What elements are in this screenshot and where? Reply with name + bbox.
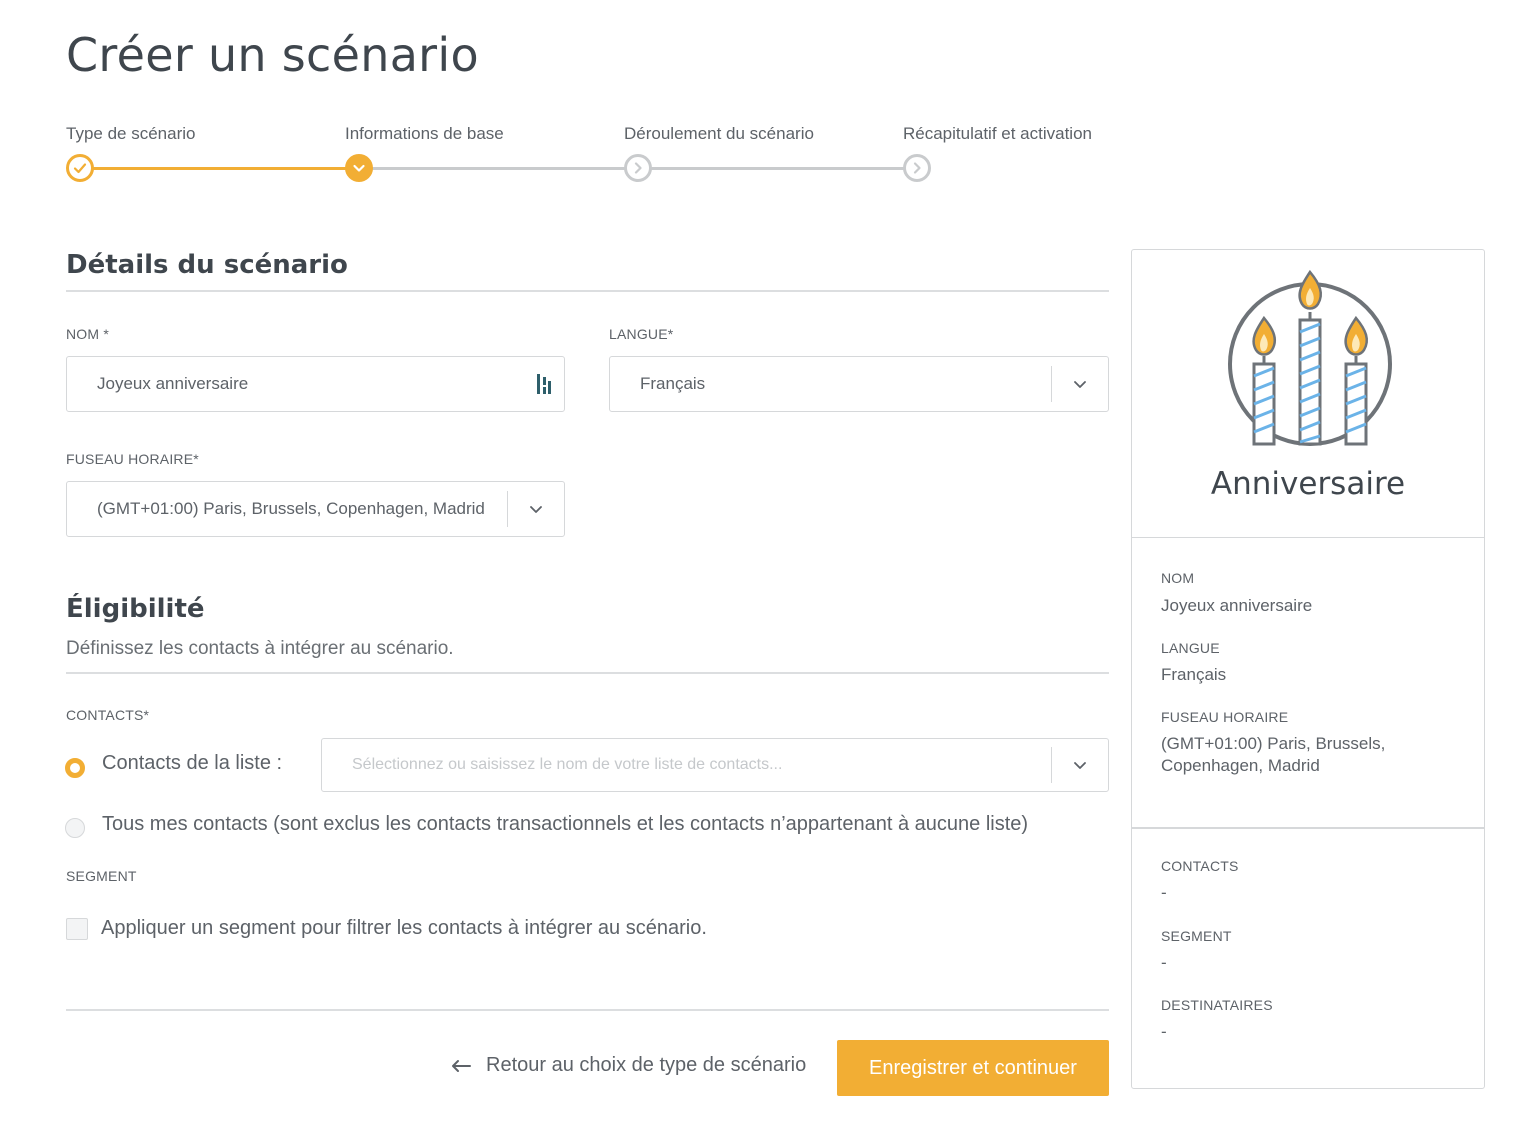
summary-card: Anniversaire NOM Joyeux anniversaire LAN… — [1131, 249, 1485, 1089]
chevron-down-icon[interactable] — [1052, 739, 1108, 791]
step-label-type[interactable]: Type de scénario — [66, 124, 195, 144]
back-to-type-link[interactable]: Retour au choix de type de scénario — [450, 1054, 806, 1077]
back-link-label[interactable]: Retour au choix de type de scénario — [486, 1054, 806, 1077]
extension-icon[interactable] — [524, 372, 564, 396]
all-contacts-radio[interactable] — [65, 818, 85, 838]
timezone-select-value[interactable]: (GMT+01:00) Paris, Brussels, Copenhagen,… — [67, 499, 507, 519]
eligibility-divider — [66, 672, 1109, 674]
contacts-list-radio[interactable] — [65, 758, 85, 778]
chevron-down-icon — [353, 164, 365, 172]
summary-name-label: NOM — [1161, 570, 1195, 586]
name-field-label: NOM * — [66, 326, 109, 342]
details-divider — [66, 290, 1109, 292]
step-label-basic-info: Informations de base — [345, 124, 504, 143]
chevron-down-icon[interactable] — [508, 482, 564, 536]
check-icon — [73, 163, 87, 174]
footer-divider — [66, 1009, 1109, 1011]
summary-segment-value: - — [1161, 953, 1167, 972]
contact-list-placeholder[interactable]: Sélectionnez ou saisissez le nom de votr… — [322, 756, 1051, 774]
summary-timezone-value: (GMT+01:00) Paris, Brussels, Copenhagen,… — [1161, 734, 1386, 775]
summary-contacts-label: CONTACTS — [1161, 858, 1239, 874]
summary-card-header: Anniversaire — [1132, 250, 1484, 538]
summary-segment-label: SEGMENT — [1161, 928, 1232, 944]
chevron-down-icon[interactable] — [1052, 357, 1108, 411]
step-dot-flow — [624, 154, 652, 182]
stepper-line-3 — [638, 167, 917, 170]
contact-list-select[interactable]: Sélectionnez ou saisissez le nom de votr… — [321, 738, 1109, 792]
summary-contacts-value: - — [1161, 883, 1167, 902]
stepper-line-1 — [80, 167, 359, 170]
chevron-right-icon — [634, 162, 642, 174]
language-field-label: LANGUE* — [609, 326, 674, 342]
summary-timezone-label: FUSEAU HORAIRE — [1161, 709, 1289, 725]
summary-recipients-value: - — [1161, 1022, 1167, 1041]
page-title: Créer un scénario — [66, 28, 479, 82]
stepper-line-2 — [359, 167, 638, 170]
chevron-right-icon — [913, 162, 921, 174]
step-dot-basic-info — [345, 154, 373, 182]
segment-field-label: SEGMENT — [66, 868, 137, 884]
summary-language-value: Français — [1161, 665, 1227, 684]
all-contacts-radio-label[interactable]: Tous mes contacts (sont exclus les conta… — [102, 813, 1028, 836]
eligibility-section-title: Éligibilité — [66, 594, 205, 624]
step-label-flow: Déroulement du scénario — [624, 124, 814, 143]
details-section-title: Détails du scénario — [66, 250, 348, 280]
step-dot-type[interactable] — [66, 154, 94, 182]
contacts-list-radio-label[interactable]: Contacts de la liste : — [102, 752, 282, 775]
summary-language-label: LANGUE — [1161, 640, 1220, 656]
eligibility-subtitle: Définissez les contacts à intégrer au sc… — [66, 638, 454, 659]
step-dot-summary — [903, 154, 931, 182]
summary-name-value: Joyeux anniversaire — [1161, 596, 1313, 615]
name-field-value[interactable]: Joyeux anniversaire — [67, 374, 524, 394]
summary-card-divider — [1132, 827, 1484, 829]
summary-recipients-label: DESTINATAIRES — [1161, 997, 1273, 1013]
segment-checkbox[interactable] — [66, 918, 88, 940]
segment-checkbox-label[interactable]: Appliquer un segment pour filtrer les co… — [101, 917, 707, 940]
progress-stepper: Type de scénario Informations de base Dé… — [66, 124, 1126, 194]
language-select-value[interactable]: Français — [610, 374, 1051, 394]
timezone-select[interactable]: (GMT+01:00) Paris, Brussels, Copenhagen,… — [66, 481, 565, 537]
timezone-field-label: FUSEAU HORAIRE* — [66, 451, 199, 467]
birthday-candles-icon — [1228, 269, 1392, 446]
step-label-summary: Récapitulatif et activation — [903, 124, 1092, 143]
contacts-field-label: CONTACTS* — [66, 707, 150, 723]
summary-scenario-type: Anniversaire — [1210, 466, 1406, 502]
save-and-continue-button[interactable]: Enregistrer et continuer — [837, 1040, 1109, 1096]
name-field[interactable]: Joyeux anniversaire — [66, 356, 565, 412]
arrow-left-icon — [452, 1059, 471, 1072]
language-select[interactable]: Français — [609, 356, 1109, 412]
